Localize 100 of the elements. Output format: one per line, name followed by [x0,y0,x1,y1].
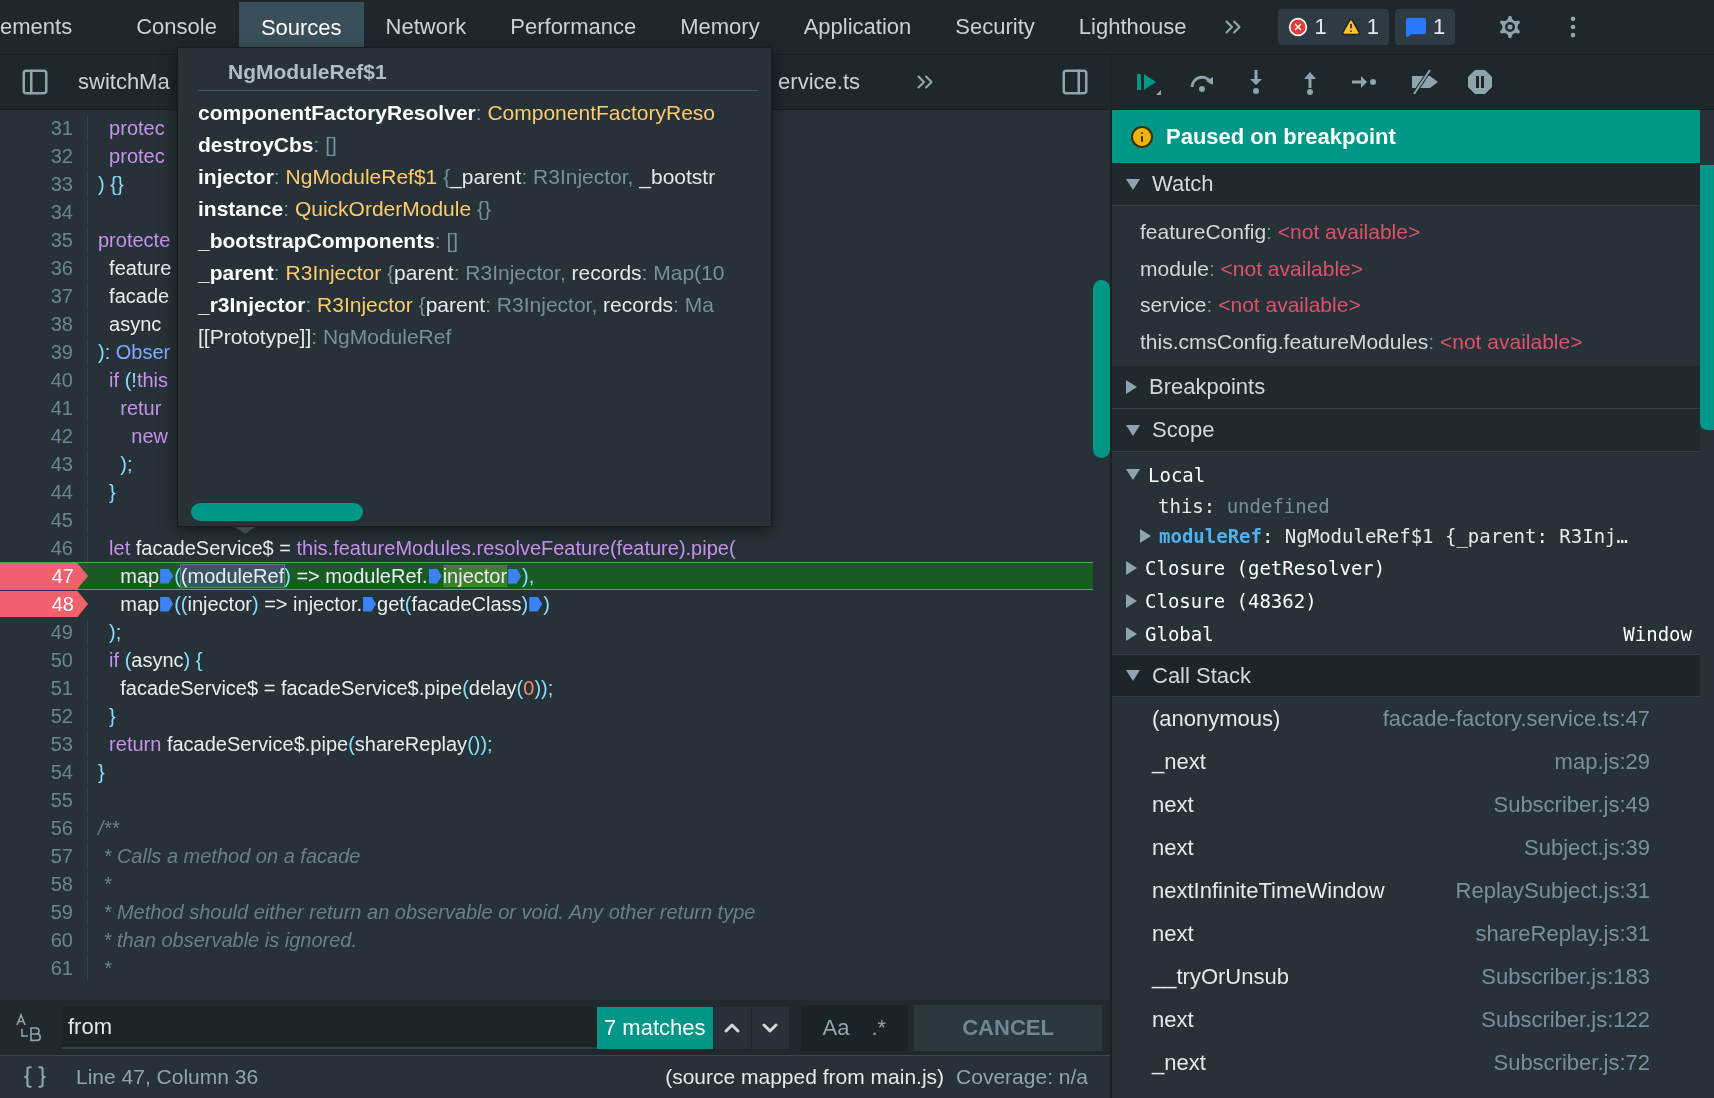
stack-frame-function[interactable]: next [1152,920,1194,947]
stack-frame-function[interactable]: nextInfiniteTimeWindow [1152,877,1385,904]
code-text: protec [108,144,165,169]
scope-name[interactable]: Global [1145,622,1616,645]
panel-tab[interactable]: Security [933,0,1057,54]
code-text: } [108,704,116,729]
code-text: protec [108,116,165,141]
code-text: ((moduleRef) => moduleRef. [174,564,428,589]
file-tab[interactable]: ervice.ts [778,69,860,95]
code-text: feature [108,256,172,281]
watch-expression[interactable]: service: <not available> [1140,287,1700,324]
watch-expression[interactable]: featureConfig: <not available> [1140,214,1700,251]
stack-frame-function[interactable]: __tryOrUnsub [1152,963,1289,990]
stack-frame-function[interactable]: _next [1152,748,1206,775]
panel-tab[interactable]: Network [363,0,489,54]
stack-frame-location[interactable]: Subscriber.js:49 [1493,791,1650,818]
stack-frame-location[interactable]: Subscriber.js:72 [1493,1049,1650,1076]
toggle-debugger-icon[interactable] [1060,67,1090,97]
regex-button[interactable]: .* [871,1014,887,1041]
scope-name[interactable]: Closure (getResolver) [1145,556,1386,579]
search-field[interactable]: from [62,1006,597,1049]
code-text: } [108,480,116,505]
scope-variable[interactable]: this: undefined [1158,495,1330,517]
disclosure-triangle-icon[interactable] [1126,469,1140,480]
match-case-button[interactable]: Aa [822,1014,850,1041]
inline-breakpoint-icon[interactable] [363,596,377,612]
code-text: /** [98,816,120,841]
watch-expression[interactable]: this.cmsConfig.featureModules: <not available> [1140,323,1700,360]
code-text: map [119,564,160,589]
error-warning-counter[interactable]: 1 1 [1278,9,1389,45]
code-text: if (!this [108,368,168,393]
code-text: facade [108,284,170,309]
object-property[interactable]: instance: QuickOrderModule {} [198,193,757,225]
stack-frame-location[interactable]: ReplaySubject.js:31 [1455,877,1650,904]
scrollbar-thumb[interactable] [1093,280,1110,458]
panel-tab[interactable]: Lighthouse [1056,0,1209,54]
cursor-position: Line 47, Column 36 [76,1065,259,1089]
stack-frame-function[interactable]: (anonymous) [1152,705,1281,732]
next-match-button[interactable] [750,1006,789,1049]
section-header[interactable]: Call Stack [1112,654,1700,697]
disclosure-triangle-icon[interactable] [1126,626,1137,641]
object-property[interactable]: destroyCbs: [] [198,129,757,161]
inline-breakpoint-icon[interactable] [529,596,543,612]
replace-toggle-icon[interactable] [14,1012,44,1043]
disclosure-triangle-icon[interactable] [1126,593,1137,608]
watch-expression[interactable]: module: <not available> [1140,250,1700,287]
stack-frame-function[interactable]: next [1152,791,1194,818]
stack-frame-location[interactable]: Subject.js:39 [1524,834,1650,861]
panel-tab[interactable]: Performance [488,0,659,54]
toggle-navigator-icon[interactable] [20,67,50,97]
code-text: injector [442,564,508,589]
stack-frame-function[interactable]: next [1152,1006,1194,1033]
panel-tab[interactable]: ements [0,0,95,54]
section-header[interactable]: Breakpoints [1112,366,1700,409]
code-text: async [108,312,162,337]
section-header[interactable]: Scope [1112,409,1700,452]
object-property[interactable]: _parent: R3Injector {parent: R3Injector, records: Map(10 [198,257,757,289]
scope-variable[interactable]: moduleRef: NgModuleRef$1 {_parent: R3Inj… [1159,525,1628,547]
source-map-link[interactable]: (source mapped from main.js) [665,1065,945,1089]
code-text: * Calls a method on a facade [102,844,361,869]
disclosure-triangle-icon[interactable] [1140,529,1151,543]
previous-match-button[interactable] [712,1006,751,1049]
message-icon [1404,16,1427,38]
scope-name[interactable]: Local [1148,463,1206,486]
code-text: protecte [98,228,171,253]
panel-tab[interactable]: Application [781,0,934,54]
code-text: * [102,872,112,897]
code-text: get(facadeClass) [377,592,529,617]
code-text: ((injector) => injector. [174,592,363,617]
pause-on-exceptions-icon[interactable] [1466,68,1494,96]
stack-frame-location[interactable]: shareReplay.js:31 [1475,920,1650,947]
stack-frame-location[interactable]: facade-factory.service.ts:47 [1382,705,1650,732]
object-property[interactable]: _bootstrapComponents: [] [198,225,757,257]
code-text: ); [108,620,122,645]
pretty-print-icon[interactable] [22,1064,48,1090]
warning-icon [1340,17,1361,37]
stack-frame-location[interactable]: map.js:29 [1554,748,1650,775]
issues-counter[interactable]: 1 [1394,9,1456,45]
object-property[interactable]: _r3Injector: R3Injector {parent: R3Injector, records: Ma [198,289,757,321]
object-property[interactable]: [[Prototype]]: NgModuleRef [198,321,757,353]
inline-breakpoint-icon[interactable] [160,596,174,612]
panel-tab[interactable]: Memory [658,0,782,54]
disclosure-triangle-icon[interactable] [1126,560,1137,575]
stack-frame-function[interactable]: _next [1152,1049,1206,1076]
file-tab[interactable]: switchMa [78,69,170,95]
stack-frame-location[interactable]: Subscriber.js:122 [1481,1006,1650,1033]
object-property[interactable]: componentFactoryResolver: ComponentFactoryReso [198,97,757,129]
stack-frame-function[interactable]: next [1152,834,1194,861]
scrollbar-thumb[interactable] [1700,165,1714,430]
code-text: ): Obser [98,340,171,365]
error-icon [1288,17,1309,37]
code-text: ) [543,592,550,617]
section-header[interactable]: Watch [1112,163,1700,206]
code-text: ); [119,452,133,477]
code-text: * Method should either return an observable or void. Any other return type [102,900,756,925]
panel-tab[interactable]: Console [114,0,239,54]
stack-frame-location[interactable]: Subscriber.js:183 [1481,963,1650,990]
scope-name[interactable]: Closure (48362) [1145,589,1317,612]
object-property[interactable]: injector: NgModuleRef$1 {_parent: R3Injector, _bootstr [198,161,757,193]
scrollbar-thumb[interactable] [191,503,363,521]
